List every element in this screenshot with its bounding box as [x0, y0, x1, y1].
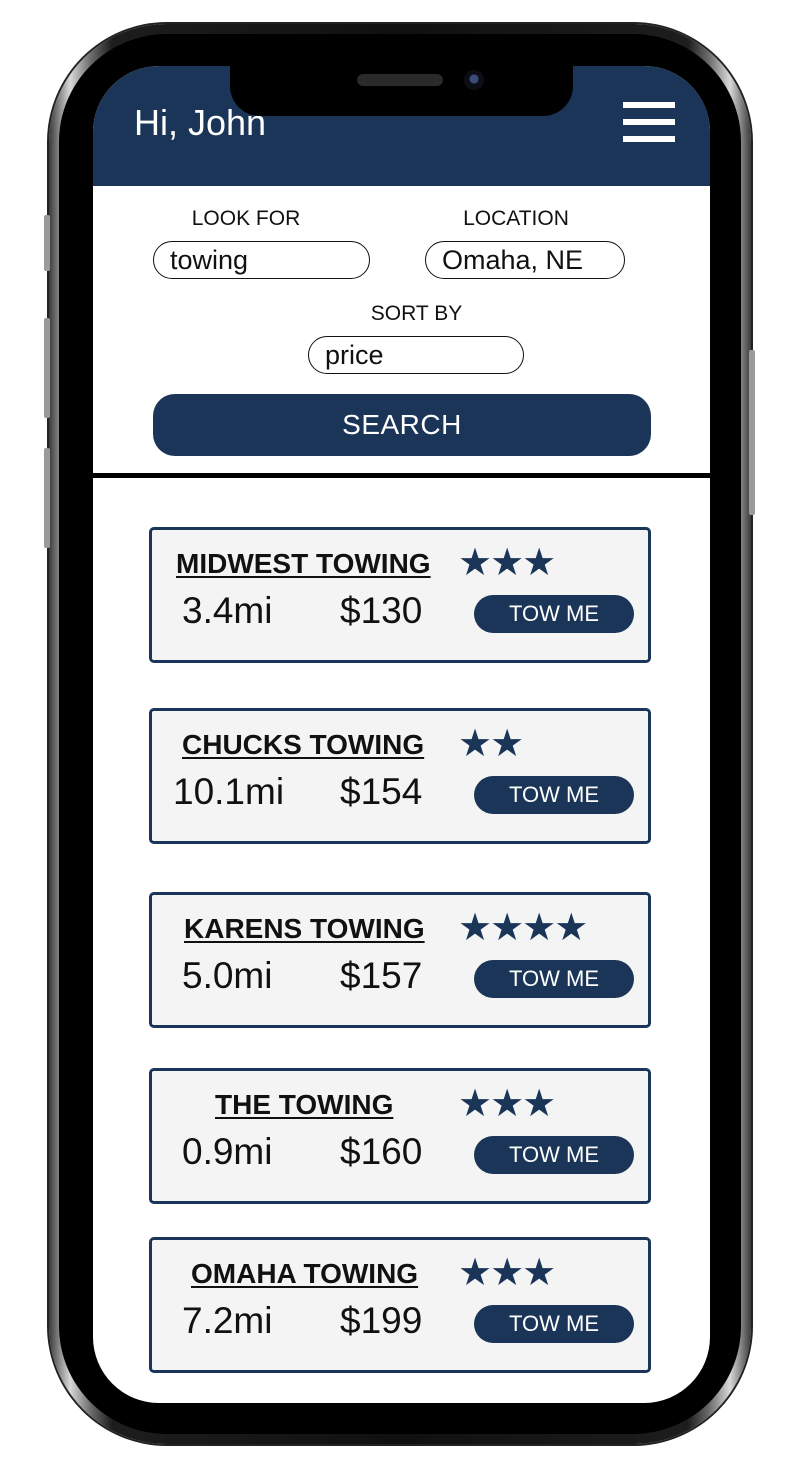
- tow-me-button[interactable]: TOW ME: [474, 1136, 634, 1174]
- location-label: LOCATION: [463, 207, 569, 230]
- company-name[interactable]: MIDWEST TOWING: [176, 548, 431, 580]
- tow-me-button[interactable]: TOW ME: [474, 1305, 634, 1343]
- price-text: $130: [340, 590, 423, 631]
- result-card: THE TOWING ★★★ 0.9mi $160 TOW ME: [149, 1068, 651, 1204]
- price-text: $199: [340, 1300, 423, 1341]
- star-rating: ★★★: [458, 540, 556, 584]
- company-name[interactable]: KARENS TOWING: [184, 913, 425, 945]
- mute-switch: [44, 215, 50, 271]
- star-rating: ★★★: [458, 1250, 556, 1294]
- star-rating: ★★★: [458, 1081, 556, 1125]
- sort-by-label: SORT BY: [370, 302, 463, 325]
- price-text: $154: [340, 771, 423, 812]
- hamburger-menu-icon[interactable]: [623, 100, 677, 144]
- volume-up-button: [44, 318, 50, 418]
- app-screen: Hi, John LOOK FOR LOCATION SORT BY SEARC…: [93, 66, 710, 1403]
- look-for-input[interactable]: [153, 241, 370, 279]
- location-input[interactable]: [425, 241, 625, 279]
- tow-me-button[interactable]: TOW ME: [474, 595, 634, 633]
- company-name[interactable]: OMAHA TOWING: [191, 1258, 418, 1290]
- result-card: CHUCKS TOWING ★★ 10.1mi $154 TOW ME: [149, 708, 651, 844]
- speaker-grille: [357, 74, 443, 86]
- result-card: KARENS TOWING ★★★★ 5.0mi $157 TOW ME: [149, 892, 651, 1028]
- distance-text: 7.2mi: [182, 1300, 273, 1341]
- volume-down-button: [44, 448, 50, 548]
- star-rating: ★★★★: [458, 905, 588, 949]
- front-camera-icon: [464, 70, 484, 90]
- distance-text: 0.9mi: [182, 1131, 273, 1172]
- distance-text: 10.1mi: [173, 771, 285, 812]
- tow-me-button[interactable]: TOW ME: [474, 960, 634, 998]
- sort-by-input[interactable]: [308, 336, 524, 374]
- company-name[interactable]: THE TOWING: [215, 1089, 393, 1121]
- distance-text: 3.4mi: [182, 590, 273, 631]
- star-rating: ★★: [458, 721, 524, 765]
- power-button: [749, 350, 755, 515]
- price-text: $160: [340, 1131, 423, 1172]
- phone-notch: [230, 64, 573, 116]
- section-divider: [93, 473, 710, 478]
- result-card: OMAHA TOWING ★★★ 7.2mi $199 TOW ME: [149, 1237, 651, 1373]
- look-for-label: LOOK FOR: [191, 207, 301, 230]
- company-name[interactable]: CHUCKS TOWING: [182, 729, 424, 761]
- result-card: MIDWEST TOWING ★★★ 3.4mi $130 TOW ME: [149, 527, 651, 663]
- tow-me-button[interactable]: TOW ME: [474, 776, 634, 814]
- price-text: $157: [340, 955, 423, 996]
- search-button[interactable]: SEARCH: [153, 394, 651, 456]
- distance-text: 5.0mi: [182, 955, 273, 996]
